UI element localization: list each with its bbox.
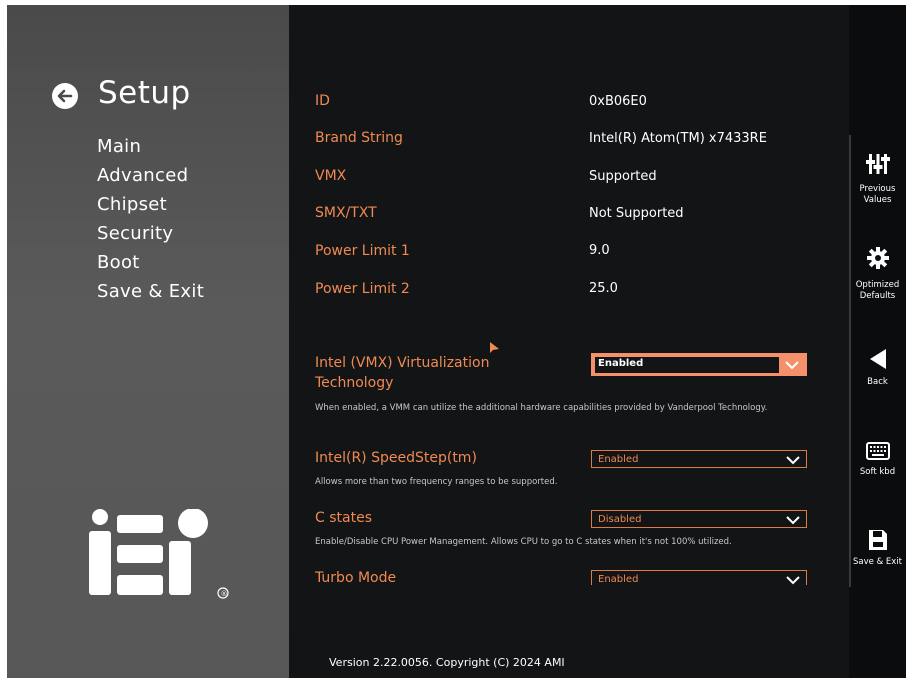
sliders-icon [865,154,890,174]
select-value-speedstep: Enabled [598,454,639,465]
soft-keyboard-button[interactable]: Soft kbd [849,441,906,478]
option-label-c-states[interactable]: C states [315,508,555,528]
back-triangle-icon [869,349,886,369]
help-c-states: Enable/Disable CPU Power Management. All… [315,537,732,547]
previous-values-label: Previous Values [859,184,896,205]
gear-icon [866,247,889,269]
info-label-power-limit-1: Power Limit 1 [315,243,410,259]
left-panel: Setup Main Advanced Chipset Security Boo… [7,5,289,678]
select-vmx-virtualization[interactable]: Enabled [591,353,807,376]
nav-item-security[interactable]: Security [97,219,204,248]
main-content: ID 0xB06E0 Brand String Intel(R) Atom(TM… [289,5,849,678]
chevron-down-icon [785,361,799,370]
help-speedstep: Allows more than two frequency ranges to… [315,477,558,487]
info-label-smx-txt: SMX/TXT [315,205,377,221]
info-value-power-limit-2: 25.0 [589,281,618,296]
turbo-row-clip: Turbo Mode Enabled [289,560,849,585]
back-label: Back [867,377,888,387]
bios-frame: Setup Main Advanced Chipset Security Boo… [7,5,906,678]
setup-title: Setup [98,75,191,111]
option-label-vmx-virtualization[interactable]: Intel (VMX) Virtualization Technology [315,353,555,393]
nav-menu: Main Advanced Chipset Security Boot Save… [97,132,204,306]
nav-item-chipset[interactable]: Chipset [97,190,204,219]
mouse-cursor-icon [490,342,499,353]
info-value-smx-txt: Not Supported [589,206,684,221]
info-label-brand-string: Brand String [315,130,403,146]
optimized-defaults-label: Optimized Defaults [855,280,900,301]
registered-mark: ® [221,590,228,598]
help-vmx-virtualization: When enabled, a VMM can utilize the addi… [315,403,768,413]
version-text: Version 2.22.0056. Copyright (C) 2024 AM… [329,656,565,669]
info-value-power-limit-1: 9.0 [589,243,610,258]
select-c-states[interactable]: Disabled [591,510,807,528]
nav-item-main[interactable]: Main [97,132,204,161]
action-bar: Previous Values Optimized Defaults Back [849,5,906,678]
back-button[interactable]: Back [849,348,906,388]
select-speedstep[interactable]: Enabled [591,450,807,468]
info-label-vmx: VMX [315,168,347,184]
select-value-vmx: Enabled [598,358,644,369]
save-exit-button[interactable]: Save & Exit [849,528,906,568]
previous-values-button[interactable]: Previous Values [849,151,906,206]
save-exit-label: Save & Exit [853,557,902,567]
option-label-turbo-mode[interactable]: Turbo Mode [315,568,555,585]
info-value-id: 0xB06E0 [589,94,647,109]
iei-logo: ® [89,509,229,599]
nav-item-save-exit[interactable]: Save & Exit [97,277,204,306]
soft-keyboard-label: Soft kbd [859,467,896,477]
chevron-down-icon [786,516,800,525]
chevron-down-icon [786,576,800,585]
select-value-turbo-mode: Enabled [598,574,639,585]
select-turbo-mode[interactable]: Enabled [591,570,807,585]
floppy-disk-icon [868,530,887,550]
info-value-brand-string: Intel(R) Atom(TM) x7433RE [589,131,767,146]
option-label-speedstep[interactable]: Intel(R) SpeedStep(tm) [315,448,555,468]
nav-item-advanced[interactable]: Advanced [97,161,204,190]
optimized-defaults-button[interactable]: Optimized Defaults [849,246,906,302]
info-label-power-limit-2: Power Limit 2 [315,281,410,297]
select-value-c-states: Disabled [598,514,642,525]
keyboard-icon [865,442,890,460]
info-value-vmx: Supported [589,169,657,184]
nav-item-boot[interactable]: Boot [97,248,204,277]
back-arrow-icon[interactable] [52,83,78,109]
chevron-down-icon [786,456,800,465]
info-label-id: ID [315,93,330,109]
